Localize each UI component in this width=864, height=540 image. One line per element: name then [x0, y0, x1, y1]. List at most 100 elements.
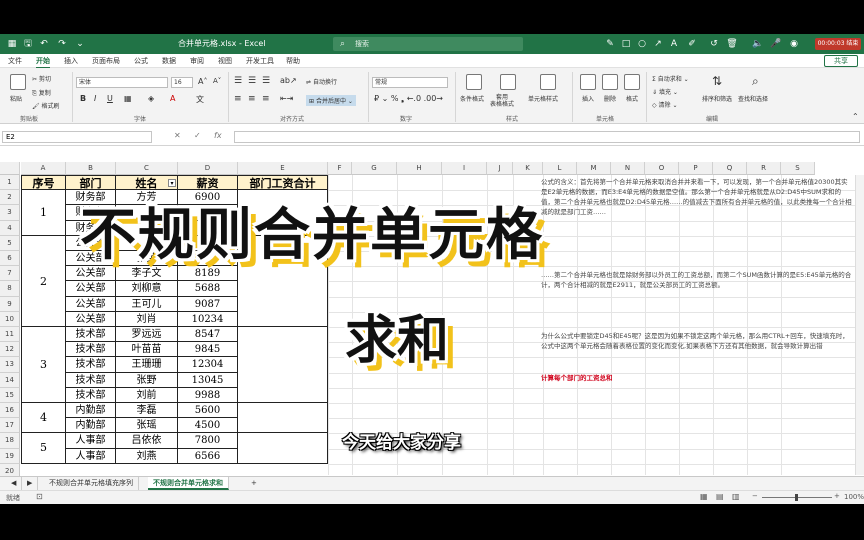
- menu-insert[interactable]: 插入: [64, 56, 78, 66]
- column-header-j[interactable]: J: [487, 162, 513, 175]
- add-sheet-button[interactable]: +: [246, 477, 262, 490]
- row-header-5[interactable]: 5: [0, 235, 20, 251]
- column-header-b[interactable]: B: [66, 162, 116, 175]
- table-header-cell[interactable]: 部门工资合计: [238, 175, 328, 191]
- column-header-k[interactable]: K: [513, 162, 543, 175]
- undo-icon[interactable]: ↶: [38, 38, 50, 50]
- cell-styles-label[interactable]: 单元格样式: [528, 94, 558, 103]
- font-name-select[interactable]: 宋体: [76, 77, 168, 88]
- align-bottom-icon[interactable]: ☰: [262, 76, 270, 86]
- zoom-level[interactable]: 100%: [844, 493, 864, 501]
- align-middle-icon[interactable]: ☰: [248, 76, 256, 86]
- row-header-15[interactable]: 15: [0, 387, 20, 403]
- group-index-cell[interactable]: 5: [21, 433, 66, 464]
- salary-cell[interactable]: 12304: [178, 357, 238, 373]
- zoom-out-icon[interactable]: −: [752, 492, 758, 500]
- circle-icon[interactable]: ○: [636, 38, 648, 50]
- column-header-g[interactable]: G: [352, 162, 397, 175]
- name-cell[interactable]: 刘燕: [116, 448, 178, 464]
- font-size-select[interactable]: 16: [171, 77, 193, 88]
- align-right-icon[interactable]: ≡: [262, 94, 270, 104]
- autosum-button[interactable]: Σ 自动求和 ⌄: [652, 74, 689, 83]
- name-cell[interactable]: 罗远远: [116, 327, 178, 343]
- group-index-cell[interactable]: 3: [21, 327, 66, 403]
- decrease-font-icon[interactable]: A˅: [213, 77, 221, 85]
- bold-button[interactable]: B: [80, 94, 86, 103]
- page-break-view-icon[interactable]: ▥: [732, 492, 740, 501]
- align-top-icon[interactable]: ☰: [234, 76, 242, 86]
- row-header-16[interactable]: 16: [0, 403, 20, 419]
- format-as-table-label[interactable]: 套用 表格格式: [490, 94, 514, 108]
- border-icon[interactable]: ▦: [124, 94, 132, 103]
- group-index-cell[interactable]: 1: [21, 190, 66, 236]
- name-cell[interactable]: 王珊珊: [116, 357, 178, 373]
- cell-styles-icon[interactable]: [540, 74, 556, 90]
- currency-icon[interactable]: ₽ ⌄ % ❟ ←.0 .00→: [374, 94, 443, 104]
- indent-icon[interactable]: ⇤⇥: [280, 94, 293, 103]
- column-header-r[interactable]: R: [747, 162, 781, 175]
- salary-cell[interactable]: 5600: [178, 403, 238, 419]
- trash-icon[interactable]: 🗑: [726, 38, 738, 50]
- salary-cell[interactable]: 10234: [178, 311, 238, 327]
- save-icon[interactable]: 🖫: [22, 38, 34, 50]
- row-header-10[interactable]: 10: [0, 311, 20, 327]
- sheet-nav-prev-icon[interactable]: ◀: [6, 477, 23, 490]
- department-cell[interactable]: 技术部: [66, 357, 116, 373]
- department-total-cell[interactable]: [238, 403, 328, 434]
- menu-data[interactable]: 数据: [162, 56, 176, 66]
- insert-cells-icon[interactable]: [580, 74, 596, 90]
- sort-filter-icon[interactable]: ⇅: [712, 74, 722, 88]
- department-cell[interactable]: 人事部: [66, 448, 116, 464]
- salary-cell[interactable]: 7800: [178, 433, 238, 449]
- name-cell[interactable]: 李磊: [116, 403, 178, 419]
- column-header-m[interactable]: M: [577, 162, 611, 175]
- search-box[interactable]: ⌕ 搜索: [333, 37, 523, 51]
- salary-cell[interactable]: 8547: [178, 327, 238, 343]
- salary-cell[interactable]: 9845: [178, 342, 238, 358]
- column-header-q[interactable]: Q: [713, 162, 747, 175]
- sheet-nav-next-icon[interactable]: ▶: [22, 477, 39, 490]
- align-left-icon[interactable]: ≡: [234, 94, 242, 104]
- formula-input[interactable]: [234, 131, 860, 143]
- pen-icon[interactable]: ✎: [604, 38, 616, 50]
- department-cell[interactable]: 技术部: [66, 327, 116, 343]
- zoom-in-icon[interactable]: +: [834, 492, 840, 500]
- name-cell[interactable]: 张瑶: [116, 418, 178, 434]
- column-header-s[interactable]: S: [781, 162, 815, 175]
- delete-cells-label[interactable]: 删除: [604, 94, 616, 103]
- normal-view-icon[interactable]: ▦: [700, 492, 708, 501]
- insert-cells-label[interactable]: 插入: [582, 94, 594, 103]
- name-cell[interactable]: 叶苗苗: [116, 342, 178, 358]
- menu-view[interactable]: 视图: [218, 56, 232, 66]
- row-header-11[interactable]: 11: [0, 327, 20, 343]
- department-cell[interactable]: 人事部: [66, 433, 116, 449]
- column-header-c[interactable]: C: [116, 162, 178, 175]
- department-cell[interactable]: 技术部: [66, 387, 116, 403]
- italic-button[interactable]: I: [94, 94, 96, 103]
- redo-icon[interactable]: ↷: [56, 38, 68, 50]
- group-index-cell[interactable]: 4: [21, 403, 66, 434]
- fill-color-icon[interactable]: ◈: [148, 94, 154, 103]
- row-header-13[interactable]: 13: [0, 357, 20, 373]
- row-header-8[interactable]: 8: [0, 281, 20, 297]
- row-header-9[interactable]: 9: [0, 296, 20, 312]
- format-as-table-icon[interactable]: [500, 74, 516, 90]
- row-header-17[interactable]: 17: [0, 418, 20, 434]
- clear-button[interactable]: ◇ 清除 ⌄: [652, 100, 677, 109]
- row-header-14[interactable]: 14: [0, 372, 20, 388]
- number-format-select[interactable]: 常规: [372, 77, 448, 88]
- menu-file[interactable]: 文件: [8, 56, 22, 66]
- row-header-2[interactable]: 2: [0, 190, 20, 206]
- name-cell[interactable]: 刘前: [116, 387, 178, 403]
- conditional-format-label[interactable]: 条件格式: [460, 94, 484, 103]
- page-layout-view-icon[interactable]: ▤: [716, 492, 724, 501]
- column-header-o[interactable]: O: [645, 162, 679, 175]
- department-cell[interactable]: 技术部: [66, 372, 116, 388]
- name-cell[interactable]: 吕依依: [116, 433, 178, 449]
- name-box[interactable]: E2: [2, 131, 152, 143]
- department-total-cell[interactable]: [238, 327, 328, 403]
- copy-button[interactable]: ⎘ 复制: [32, 88, 51, 98]
- department-cell[interactable]: 公关部: [66, 311, 116, 327]
- salary-cell[interactable]: 5688: [178, 281, 238, 297]
- column-header-h[interactable]: H: [397, 162, 442, 175]
